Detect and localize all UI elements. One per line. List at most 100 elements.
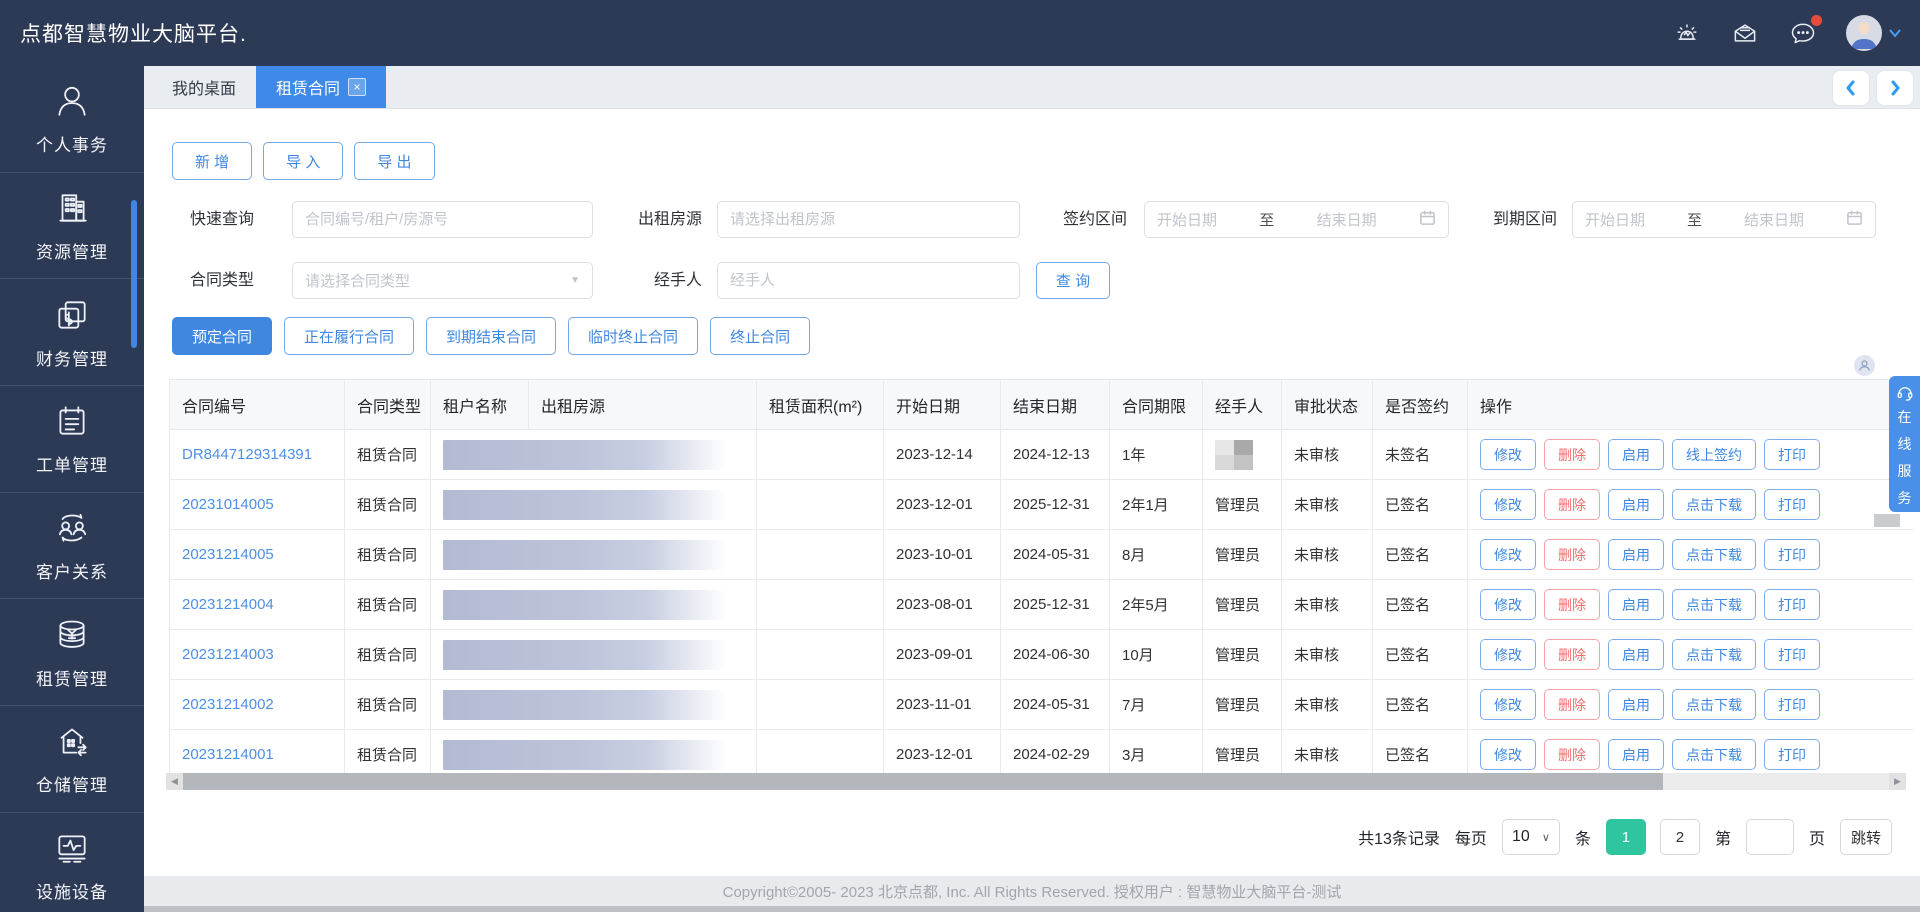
print-button[interactable]: 打印	[1764, 539, 1820, 570]
download-button[interactable]: 点击下载	[1672, 539, 1756, 570]
sidebar-item-personal[interactable]: 个人事务	[0, 66, 144, 173]
close-icon[interactable]: ×	[348, 78, 366, 96]
tab-label: 我的桌面	[172, 75, 236, 99]
message-icon[interactable]	[1788, 18, 1818, 48]
tab-my-desktop[interactable]: 我的桌面	[152, 66, 256, 108]
handler-input[interactable]	[717, 262, 1020, 299]
sidebar-item-finance[interactable]: 财务管理	[0, 279, 144, 386]
contract-no-link[interactable]: 20231214004	[182, 596, 274, 613]
contract-no-cell: 20231214003	[170, 630, 345, 680]
quick-query-input[interactable]	[292, 201, 593, 238]
sidebar-collapse-handle[interactable]	[131, 200, 137, 348]
sidebar-item-resources[interactable]: 资源管理	[0, 173, 144, 280]
status-tab-terminated[interactable]: 终止合同	[710, 317, 810, 355]
mail-icon[interactable]	[1730, 18, 1760, 48]
download-button[interactable]: 点击下载	[1672, 739, 1756, 770]
sign-range-start[interactable]: 开始日期	[1157, 209, 1217, 230]
download-button[interactable]: 点击下载	[1672, 689, 1756, 720]
page-jump-input[interactable]	[1746, 819, 1794, 855]
print-button[interactable]: 打印	[1764, 589, 1820, 620]
print-button[interactable]: 打印	[1764, 689, 1820, 720]
sidebar-item-customers[interactable]: 客户关系	[0, 493, 144, 600]
page-jump-button[interactable]: 跳转	[1840, 819, 1892, 855]
delete-button[interactable]: 删除	[1544, 639, 1600, 670]
delete-button[interactable]: 删除	[1544, 539, 1600, 570]
tenant-and-source-cell	[431, 530, 757, 580]
sidebar-item-facility[interactable]: 设施设备	[0, 813, 144, 912]
total-records: 共13条记录	[1358, 825, 1440, 849]
avatar[interactable]	[1846, 15, 1882, 51]
scroll-left-arrow-icon[interactable]: ◀	[166, 773, 183, 790]
contract-no-link[interactable]: 20231014005	[182, 496, 274, 513]
row-actions: 修改删除启用点击下载打印	[1480, 689, 1913, 720]
page-button-2[interactable]: 2	[1660, 819, 1700, 855]
chevron-down-icon	[1888, 26, 1902, 40]
print-button[interactable]: 打印	[1764, 489, 1820, 520]
enable-button[interactable]: 启用	[1608, 689, 1664, 720]
print-button[interactable]: 打印	[1764, 639, 1820, 670]
online-service-button[interactable]: 在线服务	[1889, 376, 1920, 512]
edit-button[interactable]: 修改	[1480, 639, 1536, 670]
edit-button[interactable]: 修改	[1480, 439, 1536, 470]
scroll-right-arrow-icon[interactable]: ▶	[1889, 773, 1906, 790]
contract-no-link[interactable]: 20231214002	[182, 696, 274, 713]
contract-type-select[interactable]: 请选择合同类型 ▼	[292, 262, 593, 299]
delete-button[interactable]: 删除	[1544, 439, 1600, 470]
delete-button[interactable]: 删除	[1544, 689, 1600, 720]
online-sign-button[interactable]: 线上签约	[1672, 439, 1756, 470]
per-page-select[interactable]: 10 ∨	[1502, 819, 1560, 855]
tenant-and-source-cell	[431, 680, 757, 730]
download-button[interactable]: 点击下载	[1672, 639, 1756, 670]
contract-no-link[interactable]: 20231214003	[182, 646, 274, 663]
print-button[interactable]: 打印	[1764, 739, 1820, 770]
expire-range-picker[interactable]: 开始日期 至 结束日期	[1572, 201, 1876, 238]
sign-range-end[interactable]: 结束日期	[1317, 209, 1377, 230]
print-button[interactable]: 打印	[1764, 439, 1820, 470]
contract-no-link[interactable]: 20231214001	[182, 746, 274, 763]
user-menu[interactable]	[1846, 15, 1902, 51]
status-tab-expired[interactable]: 到期结束合同	[426, 317, 556, 355]
enable-button[interactable]: 启用	[1608, 639, 1664, 670]
search-button[interactable]: 查 询	[1036, 262, 1110, 299]
edit-button[interactable]: 修改	[1480, 739, 1536, 770]
status-tab-active[interactable]: 正在履行合同	[284, 317, 414, 355]
sidebar-item-warehouse[interactable]: 仓储管理	[0, 706, 144, 813]
tab-scroll-left-button[interactable]	[1832, 70, 1870, 106]
contract-type-cell: 租赁合同	[345, 630, 431, 680]
sidebar-item-workorder[interactable]: 工单管理	[0, 386, 144, 493]
rental-source-input[interactable]	[717, 201, 1020, 238]
download-button[interactable]: 点击下载	[1672, 489, 1756, 520]
status-tab-temp-ended[interactable]: 临时终止合同	[568, 317, 698, 355]
download-button[interactable]: 点击下载	[1672, 589, 1756, 620]
enable-button[interactable]: 启用	[1608, 489, 1664, 520]
edit-button[interactable]: 修改	[1480, 489, 1536, 520]
alarm-icon[interactable]	[1672, 18, 1702, 48]
sign-range-picker[interactable]: 开始日期 至 结束日期	[1144, 201, 1449, 238]
enable-button[interactable]: 启用	[1608, 589, 1664, 620]
export-button[interactable]: 导 出	[354, 142, 434, 180]
edit-button[interactable]: 修改	[1480, 689, 1536, 720]
tab-lease-contract[interactable]: 租赁合同×	[256, 66, 386, 108]
expire-range-start[interactable]: 开始日期	[1585, 209, 1645, 230]
edit-button[interactable]: 修改	[1480, 539, 1536, 570]
enable-button[interactable]: 启用	[1608, 539, 1664, 570]
sidebar-item-lease[interactable]: 租赁管理	[0, 599, 144, 706]
status-tab-reserved[interactable]: 预定合同	[172, 317, 272, 355]
import-button[interactable]: 导 入	[263, 142, 343, 180]
edit-button[interactable]: 修改	[1480, 589, 1536, 620]
vertical-scrollbar-thumb[interactable]	[1874, 514, 1900, 527]
enable-button[interactable]: 启用	[1608, 739, 1664, 770]
enable-button[interactable]: 启用	[1608, 439, 1664, 470]
expire-range-end[interactable]: 结束日期	[1744, 209, 1804, 230]
service-avatar-icon[interactable]	[1854, 355, 1875, 376]
page-button-1[interactable]: 1	[1606, 819, 1646, 855]
add-button[interactable]: 新 增	[172, 142, 252, 180]
horizontal-scrollbar[interactable]: ◀ ▶	[166, 773, 1906, 790]
contract-no-link[interactable]: 20231214005	[182, 546, 274, 563]
contract-no-link[interactable]: DR8447129314391	[182, 446, 312, 463]
delete-button[interactable]: 删除	[1544, 489, 1600, 520]
delete-button[interactable]: 删除	[1544, 739, 1600, 770]
scrollbar-thumb[interactable]	[183, 773, 1663, 790]
tab-scroll-right-button[interactable]	[1876, 70, 1914, 106]
delete-button[interactable]: 删除	[1544, 589, 1600, 620]
